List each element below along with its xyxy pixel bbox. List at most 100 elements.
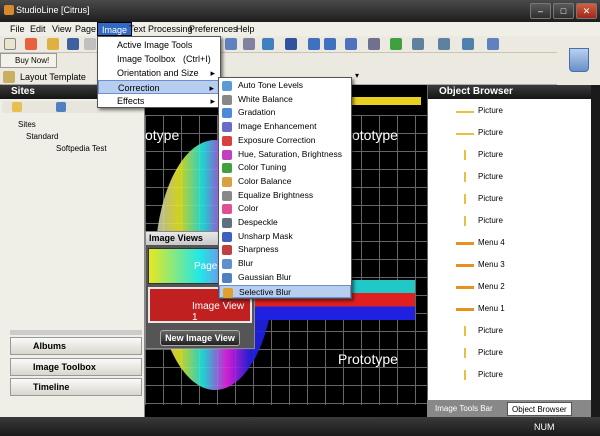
- secondary-toolbar: Buy Now!: [0, 53, 557, 69]
- panel-splitter[interactable]: [10, 330, 142, 335]
- menu-view[interactable]: View: [52, 24, 71, 34]
- albums-button[interactable]: Albums: [10, 337, 142, 355]
- menu-preferences[interactable]: Preferences: [189, 24, 238, 34]
- folder-icon[interactable]: [12, 102, 22, 112]
- submenu-item-white-balance[interactable]: White Balance: [219, 93, 351, 106]
- save-icon[interactable]: [67, 38, 79, 50]
- menu-text-processing[interactable]: Text Processing: [129, 24, 193, 34]
- object-item[interactable]: Menu 4: [450, 238, 590, 250]
- link-icon[interactable]: [345, 38, 357, 50]
- submenu-item-unsharp-mask[interactable]: Unsharp Mask: [219, 230, 351, 243]
- close-button[interactable]: ✕: [576, 3, 597, 19]
- submenu-item-color-tuning[interactable]: Color Tuning: [219, 161, 351, 174]
- submenu-item-despeckle[interactable]: Despeckle: [219, 216, 351, 229]
- menu-item-image-toolbox-shortcut: (Ctrl+I): [183, 54, 211, 64]
- submenu-item-label: Selective Blur: [239, 286, 291, 297]
- object-item[interactable]: Picture: [450, 216, 590, 228]
- tree-softpedia-test[interactable]: Softpedia Test: [56, 144, 107, 153]
- submenu-arrow-icon: ▸: [209, 83, 214, 93]
- image-toolbox-button[interactable]: Image Toolbox: [10, 358, 142, 376]
- open-icon[interactable]: [47, 38, 59, 50]
- submenu-item-hue-saturation-brightness[interactable]: Hue, Saturation, Brightness: [219, 148, 351, 161]
- menu-item-orientation-and-size[interactable]: Orientation and Size ▸: [98, 66, 220, 80]
- submenu-item-exposure-correction[interactable]: Exposure Correction: [219, 134, 351, 147]
- buy-now-button[interactable]: Buy Now!: [0, 53, 57, 68]
- check-icon[interactable]: [390, 38, 402, 50]
- menu-page[interactable]: Page: [75, 24, 96, 34]
- submenu-arrow-icon: ▸: [210, 96, 215, 106]
- tree-sites[interactable]: Sites: [18, 120, 36, 129]
- submenu-item-label: Color Tuning: [238, 162, 287, 173]
- tab-object-browser[interactable]: Object Browser: [507, 402, 572, 416]
- view-page-label: Page: [194, 261, 218, 272]
- dots-icon[interactable]: [285, 38, 297, 50]
- prototype-label-3: Prototype: [338, 351, 398, 367]
- object-item[interactable]: Picture: [450, 326, 590, 338]
- submenu-item-equalize-brightness[interactable]: Equalize Brightness: [219, 189, 351, 202]
- layout-dropdown-arrow[interactable]: ▾: [355, 71, 365, 83]
- menu-item-image-toolbox[interactable]: Image Toolbox (Ctrl+I): [98, 52, 220, 66]
- correction-tool-icon: [222, 163, 232, 174]
- object-item[interactable]: Picture: [450, 370, 590, 382]
- zoom-icon[interactable]: [487, 38, 499, 50]
- redo-icon[interactable]: [324, 38, 336, 50]
- search-icon[interactable]: [462, 38, 474, 50]
- menu-item-correction[interactable]: Correction ▸: [98, 80, 220, 94]
- tree-standard[interactable]: Standard: [26, 132, 58, 141]
- timeline-button[interactable]: Timeline: [10, 378, 142, 396]
- layout-template-label[interactable]: Layout Template: [20, 72, 86, 82]
- object-item[interactable]: Menu 2: [450, 282, 590, 294]
- object-item[interactable]: Picture: [450, 106, 590, 118]
- menu-item-image-toolbox-label: Image Toolbox: [117, 54, 176, 64]
- object-item[interactable]: Picture: [450, 348, 590, 360]
- submenu-item-gradation[interactable]: Gradation: [219, 106, 351, 119]
- submenu-item-selective-blur[interactable]: Selective Blur: [219, 284, 351, 298]
- submenu-item-color[interactable]: Color: [219, 202, 351, 215]
- search-icon[interactable]: [56, 102, 66, 112]
- submenu-item-label: Exposure Correction: [238, 134, 316, 145]
- new-image-view-button[interactable]: New Image View: [160, 330, 240, 346]
- submenu-item-gaussian-blur[interactable]: Gaussian Blur: [219, 271, 351, 284]
- tab-image-tools-bar[interactable]: Image Tools Bar: [431, 402, 497, 416]
- maximize-button[interactable]: □: [553, 3, 574, 19]
- cut-icon[interactable]: [25, 38, 37, 50]
- object-item[interactable]: Menu 3: [450, 260, 590, 272]
- grid-icon[interactable]: [243, 38, 255, 50]
- info-icon[interactable]: [368, 38, 380, 50]
- object-item[interactable]: Picture: [450, 128, 590, 140]
- distribute-icon[interactable]: [438, 38, 450, 50]
- print-icon[interactable]: [84, 38, 96, 50]
- submenu-item-image-enhancement[interactable]: Image Enhancement: [219, 120, 351, 133]
- submenu-item-blur[interactable]: Blur: [219, 257, 351, 270]
- object-item[interactable]: Picture: [450, 194, 590, 206]
- object-item[interactable]: Menu 1: [450, 304, 590, 316]
- submenu-item-label: Color Balance: [238, 175, 292, 186]
- submenu-item-sharpness[interactable]: Sharpness: [219, 243, 351, 256]
- eyedropper-icon[interactable]: [262, 38, 274, 50]
- trash-icon[interactable]: [569, 48, 589, 72]
- menu-item-effects[interactable]: Effects ▸: [98, 94, 220, 108]
- correction-tool-icon: [223, 287, 233, 298]
- menu-image[interactable]: Image: [97, 22, 133, 36]
- align-icon[interactable]: [412, 38, 424, 50]
- correction-tool-icon: [222, 259, 232, 270]
- object-item[interactable]: Picture: [450, 150, 590, 162]
- menu-file[interactable]: File: [10, 24, 25, 34]
- menu-edit[interactable]: Edit: [30, 24, 46, 34]
- submenu-item-auto-tone-levels[interactable]: Auto Tone Levels: [219, 79, 351, 92]
- undo-icon[interactable]: [308, 38, 320, 50]
- menu-help[interactable]: Help: [236, 24, 255, 34]
- object-item[interactable]: Picture: [450, 172, 590, 184]
- minimize-button[interactable]: –: [530, 3, 551, 19]
- correction-tool-icon: [222, 245, 232, 256]
- correction-tool-icon: [222, 149, 232, 160]
- correction-tool-icon: [222, 272, 232, 283]
- submenu-item-label: White Balance: [238, 93, 293, 104]
- correction-tool-icon: [222, 122, 232, 133]
- object-browser-panel: Object Browser Picture Picture Picture P…: [427, 85, 591, 417]
- layout-icon[interactable]: [225, 38, 237, 50]
- menu-item-active-image-tools[interactable]: Active Image Tools: [98, 38, 220, 52]
- submenu-item-label: Blur: [238, 258, 254, 269]
- submenu-item-color-balance[interactable]: Color Balance: [219, 175, 351, 188]
- new-icon[interactable]: [4, 38, 16, 50]
